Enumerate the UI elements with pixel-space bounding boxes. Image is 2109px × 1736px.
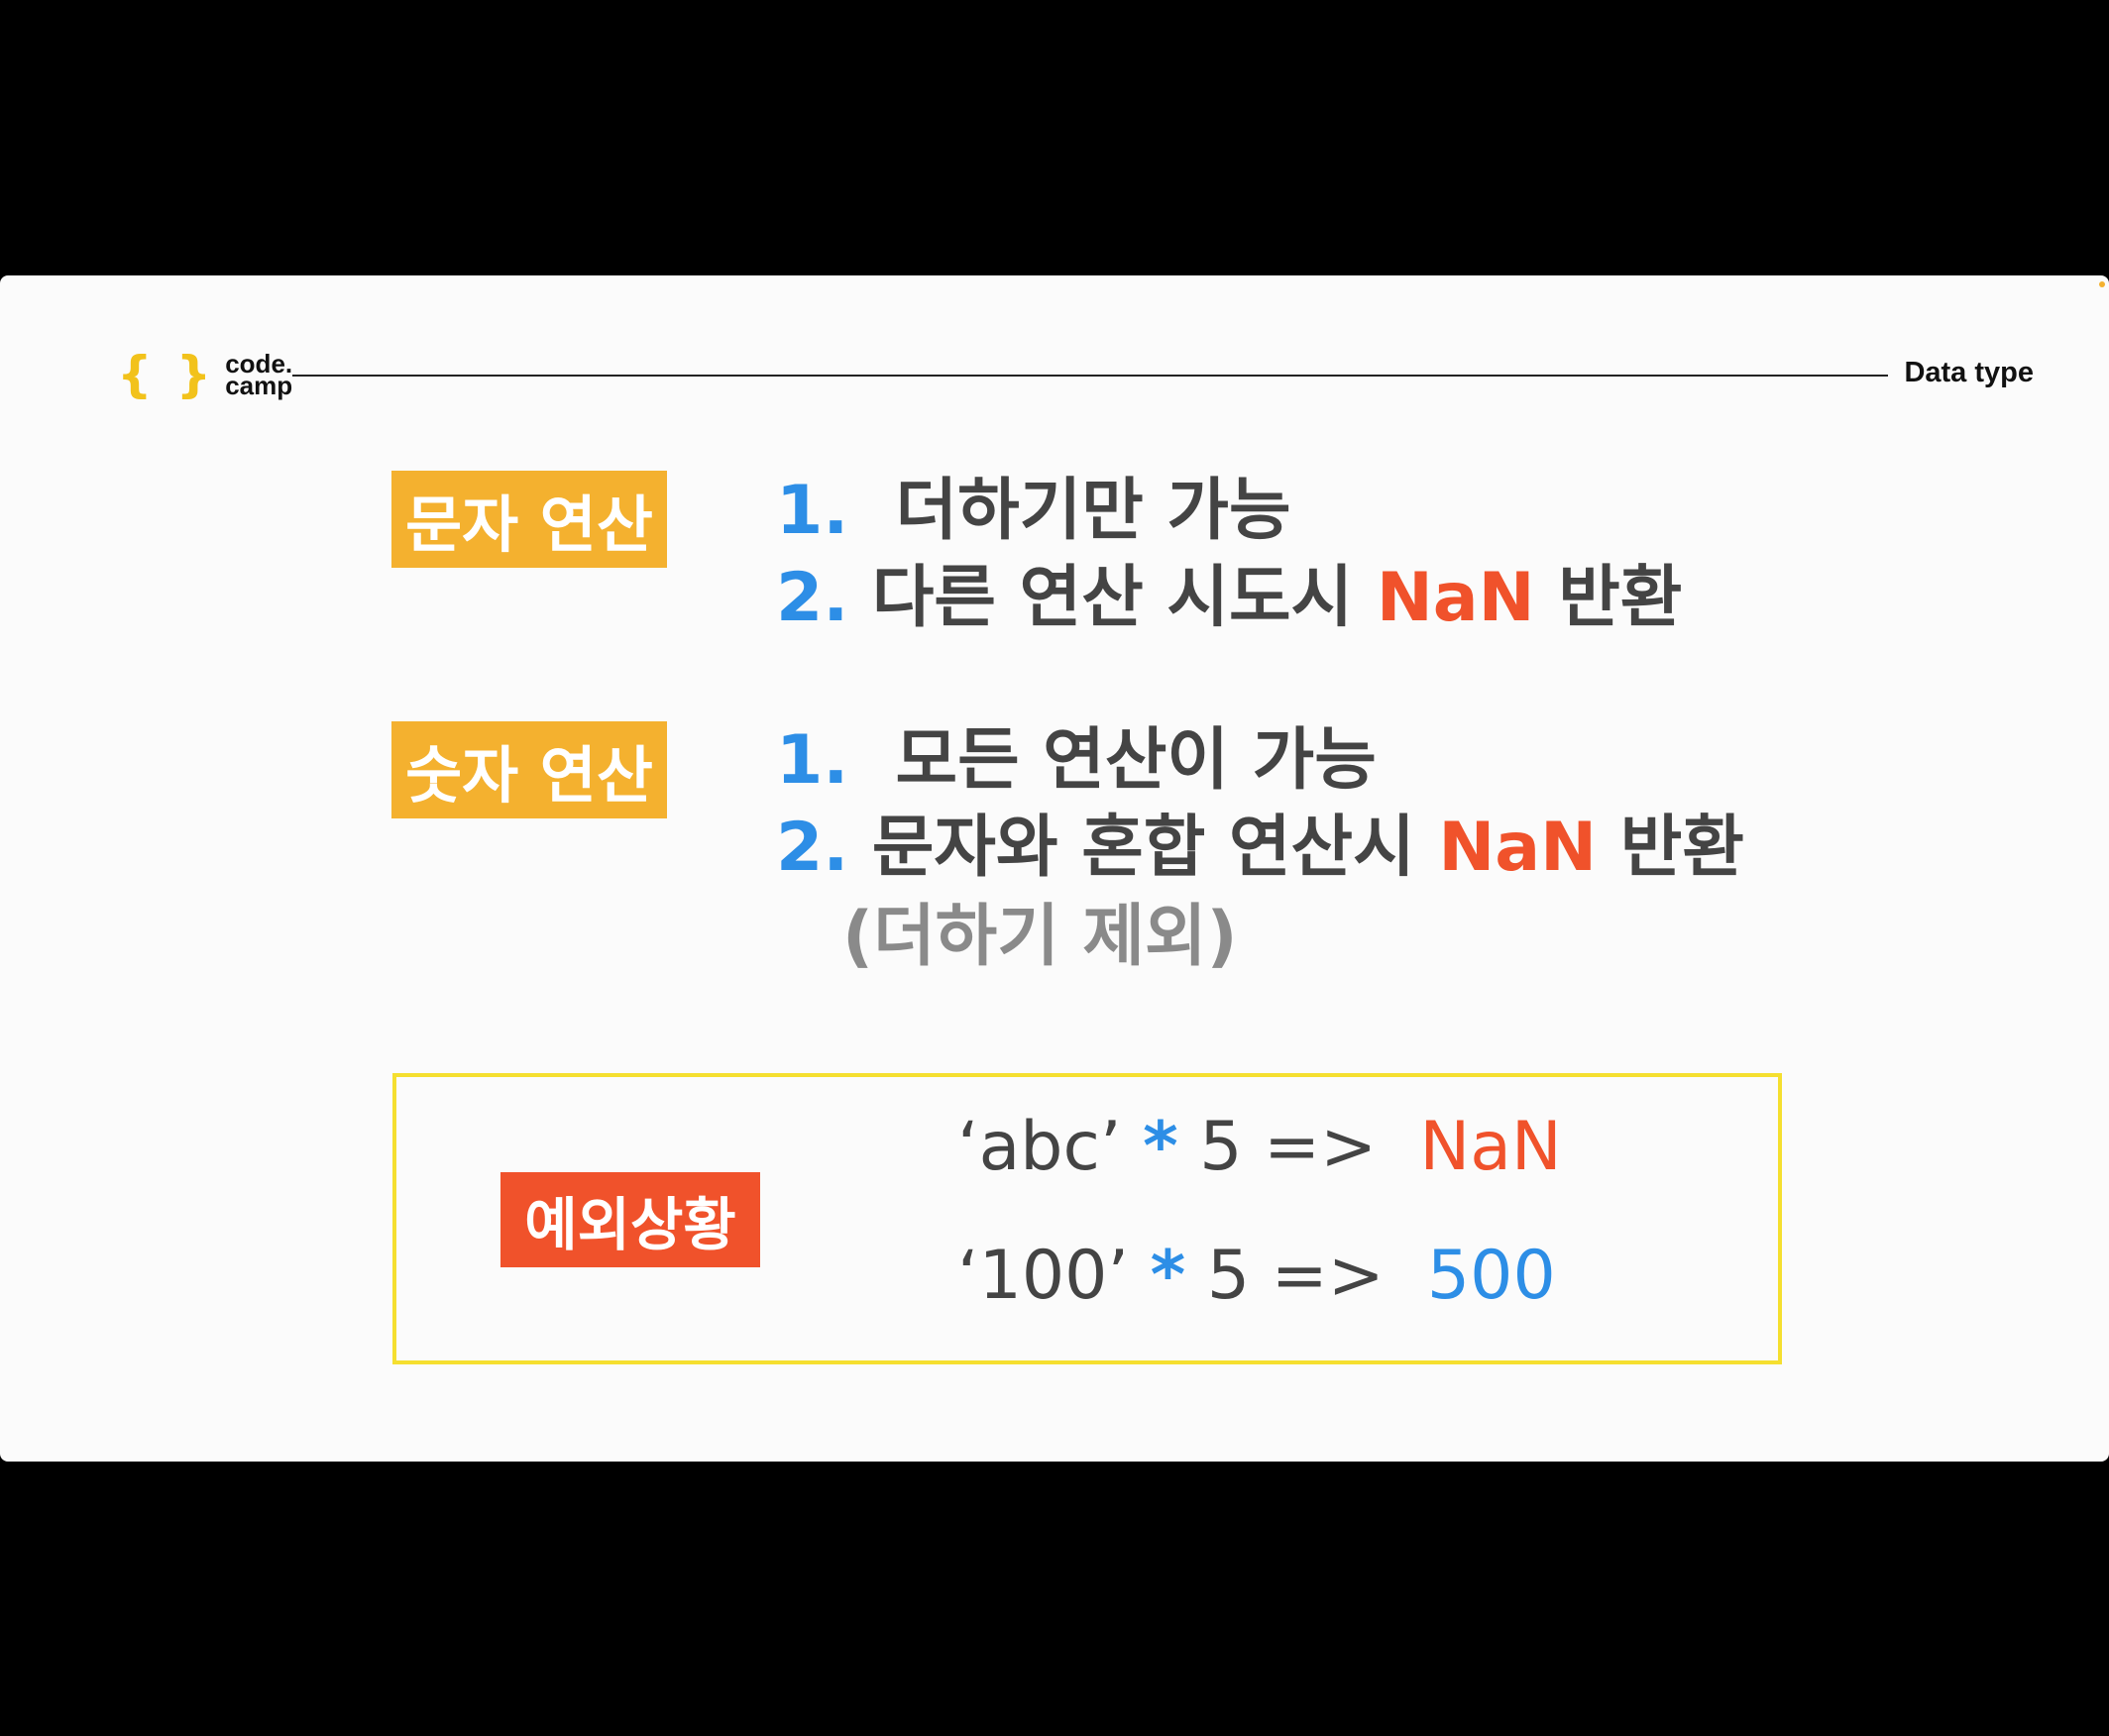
number-ops-item-2: 2. 문자와 혼합 연산시 NaN 반환 — [776, 814, 1744, 882]
multiply-operator: * — [1143, 1108, 1178, 1186]
logo-text: code. camp — [225, 351, 293, 400]
nan-highlight: NaN — [1376, 559, 1535, 637]
exception-example-2: ‘100’ * 5 => 500 — [957, 1243, 1556, 1310]
string-ops-item-1: 1. 더하기만 가능 — [776, 478, 1291, 545]
number-ops-tag: 숫자 연산 — [391, 721, 667, 818]
exception-tag: 예외상황 — [500, 1172, 760, 1267]
nan-highlight: NaN — [1438, 809, 1598, 887]
item-number: 2. — [776, 809, 849, 887]
exception-example-1: ‘abc’ * 5 => NaN — [957, 1114, 1562, 1181]
operation-rest: 5 => — [1199, 1108, 1378, 1186]
codecamp-logo: { } code. camp — [117, 349, 292, 400]
item-text: 문자와 혼합 연산시 — [871, 809, 1415, 887]
indicator-dot — [2099, 281, 2105, 287]
item-text-after: 반환 — [1619, 809, 1744, 887]
result: NaN — [1419, 1108, 1562, 1186]
logo-line2: camp — [225, 371, 293, 400]
operation-rest: 5 => — [1206, 1237, 1385, 1315]
item-number: 2. — [776, 559, 849, 637]
item-number: 1. — [776, 472, 849, 550]
item-text: 다른 연산 시도시 — [871, 559, 1354, 637]
item-text: 모든 연산이 가능 — [895, 721, 1377, 800]
operand: ‘abc’ — [957, 1108, 1122, 1186]
string-ops-item-2: 2. 다른 연산 시도시 NaN 반환 — [776, 565, 1682, 632]
operand: ‘100’ — [957, 1237, 1130, 1315]
item-text-after: 반환 — [1558, 559, 1683, 637]
multiply-operator: * — [1150, 1237, 1186, 1315]
header-divider — [292, 375, 1888, 377]
logo-brace-open: { — [117, 346, 153, 403]
number-ops-item-1: 1. 모든 연산이 가능 — [776, 727, 1377, 795]
number-ops-note: (더하기 제외) — [842, 898, 1238, 976]
item-number: 1. — [776, 721, 849, 800]
item-text: 더하기만 가능 — [895, 472, 1291, 550]
page-title: Data type — [1904, 357, 2034, 388]
result: 500 — [1426, 1237, 1556, 1315]
logo-brace-close: } — [175, 346, 212, 403]
string-ops-tag: 문자 연산 — [391, 471, 667, 568]
